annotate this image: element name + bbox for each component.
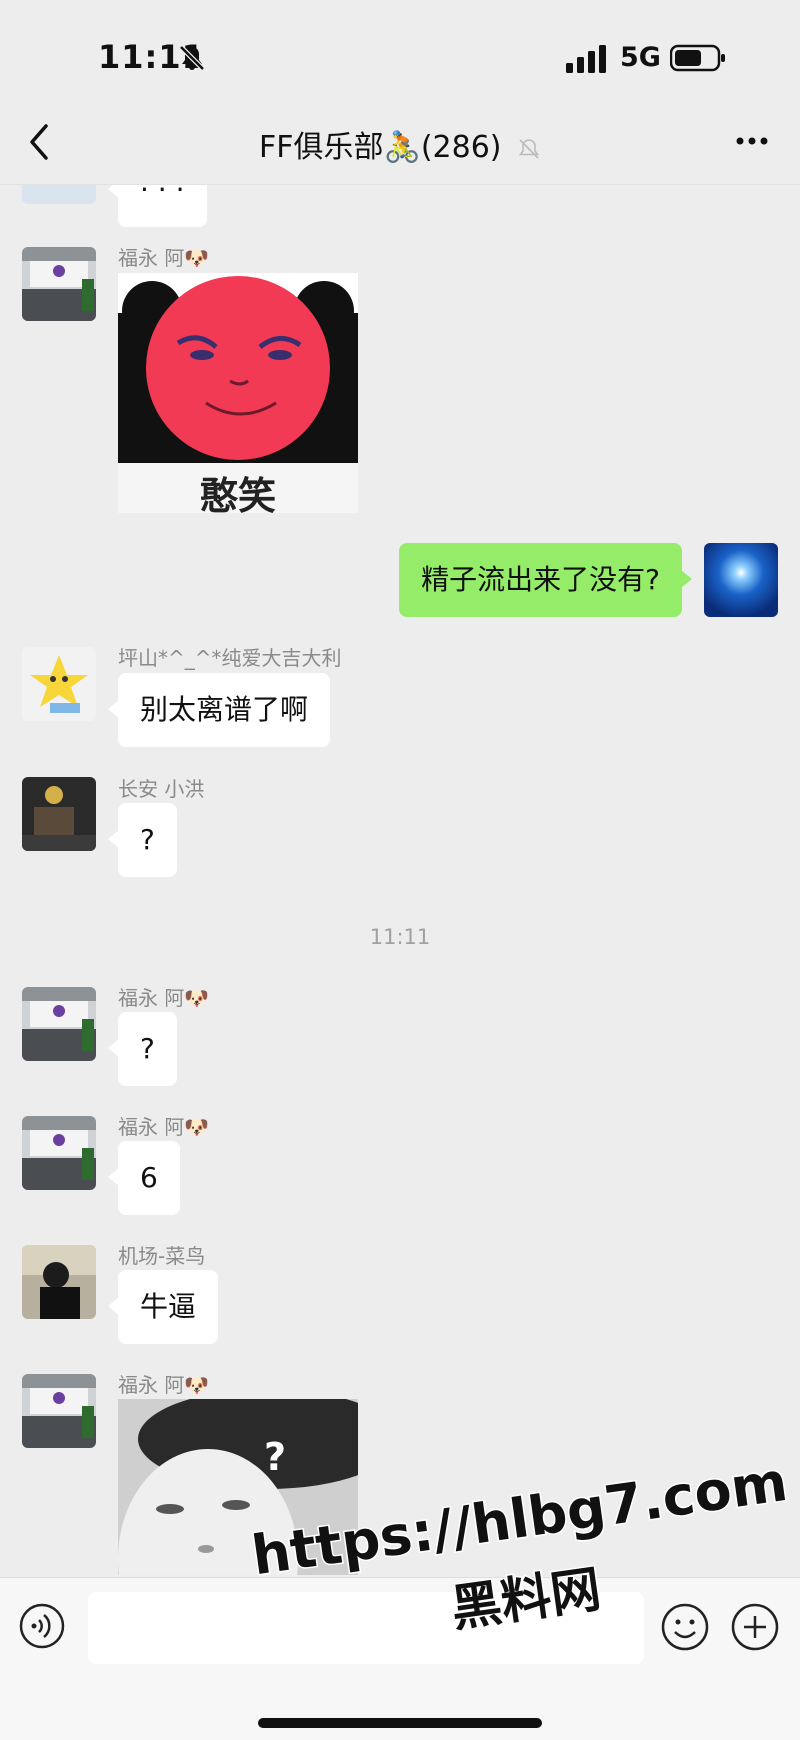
avatar[interactable]: [22, 1374, 96, 1448]
sender-name: 福永 阿🐶: [118, 246, 210, 270]
signal-icon: [566, 45, 606, 73]
message-bubble[interactable]: 别太离谱了啊: [107, 673, 331, 747]
sender-name: 福永 阿🐶: [118, 1115, 210, 1139]
message-text: ?: [140, 1032, 155, 1065]
sender-name: 机场-菜鸟: [118, 1244, 206, 1268]
sticker-drawing: [118, 1399, 358, 1575]
message-bubble[interactable]: 牛逼: [107, 1270, 219, 1344]
message-text: 精子流出来了没有?: [421, 563, 660, 596]
avatar[interactable]: [22, 1116, 96, 1190]
sticker-caption: 憨笑: [199, 474, 276, 513]
more-icon[interactable]: [732, 126, 772, 156]
message-list[interactable]: · · · 福永 阿🐶 憨笑 精子流出来了没有? 坪山*^_^*纯爱大吉大利 别…: [0, 185, 800, 1575]
plus-icon[interactable]: [730, 1602, 780, 1652]
battery-icon: [670, 44, 725, 72]
sticker-caption: ?: [264, 1435, 287, 1479]
mute-icon: [518, 138, 540, 159]
network-type: 5G: [620, 42, 661, 73]
sender-name: 福永 阿🐶: [118, 986, 210, 1010]
message-bubble[interactable]: 6: [108, 1141, 180, 1215]
avatar[interactable]: [22, 1245, 96, 1319]
sender-name: 坪山*^_^*纯爱大吉大利: [118, 646, 342, 670]
sender-name: 福永 阿🐶: [118, 1373, 210, 1397]
message-text: 牛逼: [140, 1290, 197, 1323]
message-text: 6: [140, 1161, 158, 1194]
bell-off-icon: [179, 45, 205, 71]
sticker-image[interactable]: ?: [118, 1399, 358, 1575]
message-bubble[interactable]: · · ·: [108, 185, 207, 227]
avatar[interactable]: [22, 247, 96, 321]
message-input[interactable]: [88, 1592, 644, 1664]
message-text: · · ·: [140, 185, 185, 206]
avatar[interactable]: [22, 987, 96, 1061]
chat-title: FF俱乐部🚴(286): [0, 122, 800, 166]
sender-name: 长安 小洪: [118, 777, 205, 801]
home-indicator: [258, 1718, 542, 1728]
avatar[interactable]: [22, 185, 96, 204]
message-text: ?: [140, 823, 155, 856]
avatar[interactable]: [22, 777, 96, 851]
message-bubble[interactable]: ?: [108, 1012, 177, 1086]
message-bubble[interactable]: ?: [108, 803, 177, 877]
avatar[interactable]: [22, 647, 96, 721]
message-text: 别太离谱了啊: [140, 693, 309, 726]
chat-header: FF俱乐部🚴(286): [0, 100, 800, 185]
message-timestamp: 11:11: [369, 925, 431, 949]
input-bar: [0, 1577, 800, 1740]
chat-title-text: FF俱乐部🚴(286): [258, 130, 502, 165]
message-bubble[interactable]: 精子流出来了没有?: [399, 543, 692, 617]
sticker-image[interactable]: 憨笑: [118, 273, 358, 513]
avatar[interactable]: [704, 543, 778, 617]
voice-icon[interactable]: [18, 1602, 66, 1650]
emoji-icon[interactable]: [660, 1602, 710, 1652]
